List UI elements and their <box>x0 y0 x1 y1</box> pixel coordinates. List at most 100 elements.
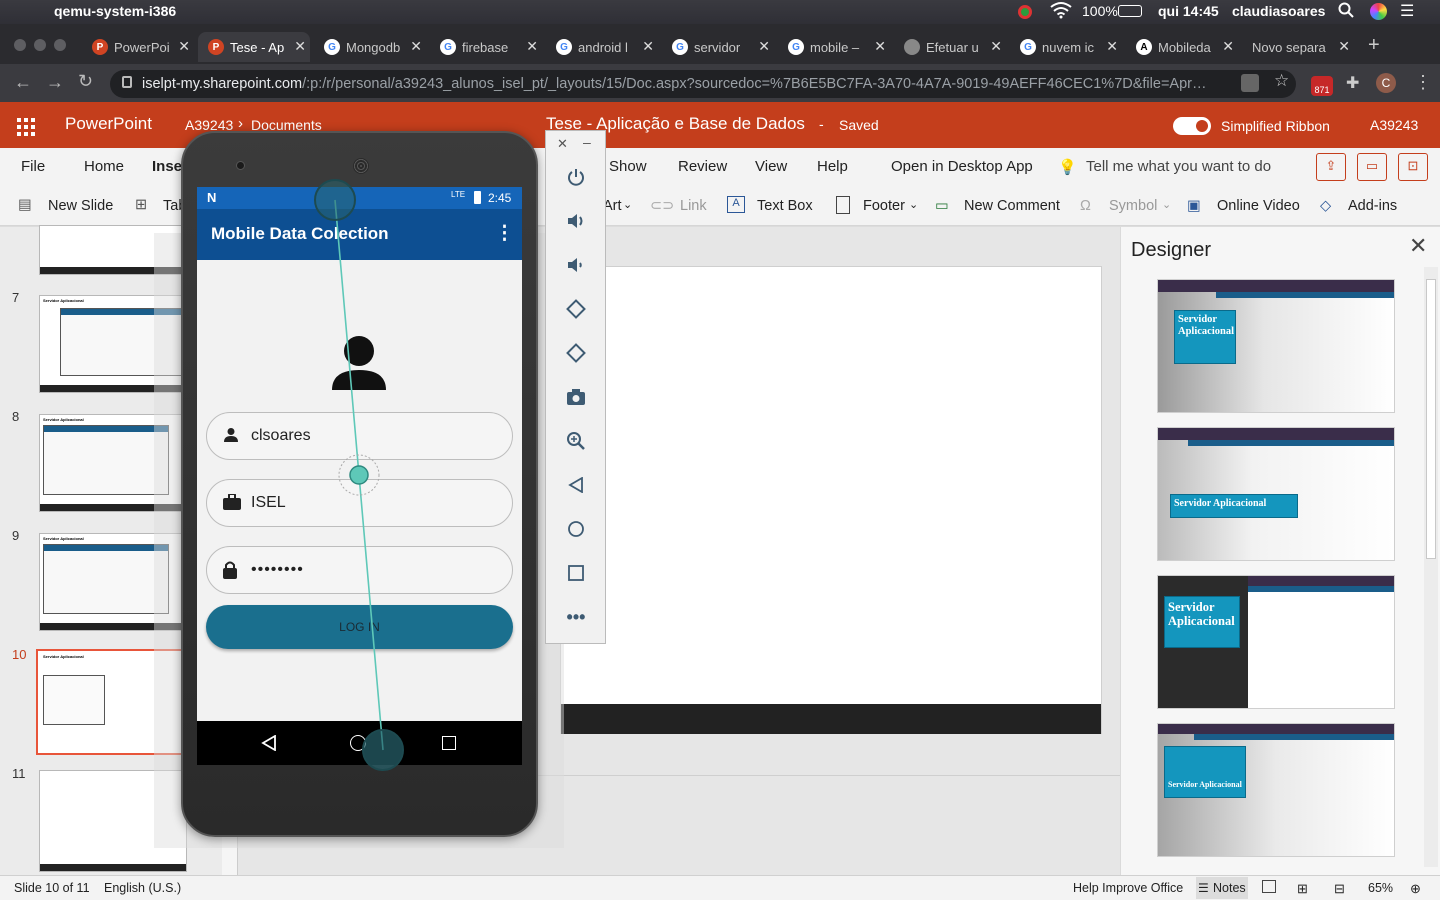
username-field[interactable]: clsoares <box>206 412 513 460</box>
new-comment-button[interactable]: New Comment <box>964 198 1060 214</box>
control-center-icon[interactable]: ☰ <box>1400 1 1414 21</box>
minimize-icon[interactable]: – <box>583 134 591 150</box>
flag-icon[interactable] <box>1018 5 1032 19</box>
volume-up-icon[interactable] <box>564 209 588 233</box>
text-box-button[interactable]: Text Box <box>757 198 813 214</box>
zoom-level[interactable]: 65% <box>1368 881 1393 895</box>
tab-close-icon[interactable]: ✕ <box>178 38 190 55</box>
simplified-ribbon-toggle[interactable] <box>1173 117 1211 135</box>
tab-close-icon[interactable]: ✕ <box>1338 38 1350 55</box>
siri-icon[interactable] <box>1370 3 1387 20</box>
rotate-right-icon[interactable] <box>564 341 588 365</box>
browser-tab[interactable]: A Mobileda ✕ <box>1126 32 1238 62</box>
online-video-button[interactable]: Online Video <box>1217 198 1300 214</box>
help-improve-office[interactable]: Help Improve Office <box>1073 881 1183 895</box>
camera-icon[interactable] <box>564 385 588 409</box>
browser-tab[interactable]: Gandroid l ✕ <box>546 32 658 62</box>
volume-down-icon[interactable] <box>564 253 588 277</box>
design-option-2[interactable]: Servidor Aplicacional <box>1157 427 1395 561</box>
design-option-4[interactable]: Servidor Aplicacional <box>1157 723 1395 857</box>
overview-icon[interactable] <box>564 561 588 585</box>
nav-recents-icon[interactable] <box>442 736 456 750</box>
normal-view-icon[interactable] <box>1262 880 1276 893</box>
menubar-user[interactable]: claudiasoares <box>1232 3 1325 19</box>
browser-tab[interactable]: P Tese - Ap ✕ <box>198 32 310 62</box>
browser-tab[interactable]: Gservidor ✕ <box>662 32 774 62</box>
fit-slide-icon[interactable]: ⊕ <box>1410 881 1421 897</box>
overflow-menu-icon[interactable]: ⋮ <box>495 222 514 245</box>
chrome-menu-icon[interactable]: ⋮ <box>1414 72 1432 93</box>
nav-home-icon[interactable] <box>350 735 366 751</box>
reload-icon[interactable]: ↻ <box>78 71 93 92</box>
more-options-icon[interactable]: ••• <box>564 605 588 629</box>
tab-help[interactable]: Help <box>817 158 848 175</box>
translate-icon[interactable] <box>1241 74 1259 92</box>
menubar-clock[interactable]: qui 14:45 <box>1158 3 1219 19</box>
browser-tab[interactable]: Gnuvem ic ✕ <box>1010 32 1122 62</box>
browser-tab[interactable]: P PowerPoi ✕ <box>82 32 194 62</box>
wifi-icon[interactable] <box>1050 1 1072 22</box>
spotlight-search-icon[interactable] <box>1338 2 1354 21</box>
organization-field[interactable]: ISEL <box>206 479 513 527</box>
link-button[interactable]: Link <box>680 198 707 214</box>
emulator-screen[interactable]: N LTE 2:45 Mobile Data Colection ⋮ clsoa… <box>197 187 522 765</box>
browser-tab[interactable]: Efetuar u ✕ <box>894 32 1006 62</box>
zoom-icon[interactable] <box>564 429 588 453</box>
profile-avatar[interactable]: C <box>1376 73 1396 93</box>
close-icon[interactable]: ✕ <box>557 136 568 152</box>
reading-view-icon[interactable]: ⊟ <box>1334 881 1345 897</box>
forward-arrow-icon[interactable]: → <box>46 72 64 93</box>
tab-close-icon[interactable]: ✕ <box>526 38 538 55</box>
back-icon[interactable] <box>564 473 588 497</box>
add-ins-button[interactable]: Add-ins <box>1348 198 1397 214</box>
sorter-view-icon[interactable]: ⊞ <box>1297 881 1308 897</box>
browser-tab[interactable]: Novo separa ✕ <box>1242 32 1354 62</box>
language-status[interactable]: English (U.S.) <box>104 881 181 895</box>
extension-badge-icon[interactable]: 871 <box>1311 76 1333 96</box>
app-launcher-icon[interactable] <box>17 118 35 141</box>
tab-close-icon[interactable]: ✕ <box>874 38 886 55</box>
open-desktop-app[interactable]: Open in Desktop App <box>891 158 1033 175</box>
ppt-app-name[interactable]: PowerPoint <box>65 114 152 134</box>
browser-tab[interactable]: G Mongodb ✕ <box>314 32 426 62</box>
battery-icon[interactable] <box>1118 5 1142 17</box>
bookmark-star-icon[interactable]: ☆ <box>1274 71 1289 91</box>
design-option-3[interactable]: Servidor Aplicacional <box>1157 575 1395 709</box>
tab-review[interactable]: Review <box>678 158 727 175</box>
browser-tab[interactable]: Gfirebase ✕ <box>430 32 542 62</box>
tab-show[interactable]: Show <box>609 158 647 175</box>
footer-button[interactable]: Footer <box>863 198 905 214</box>
symbol-button[interactable]: Symbol <box>1109 198 1157 214</box>
window-zoom-icon[interactable] <box>54 39 66 51</box>
menubar-app-name[interactable]: qemu-system-i386 <box>54 3 176 19</box>
tab-close-icon[interactable]: ✕ <box>1106 38 1118 55</box>
new-slide-button[interactable]: New Slide <box>48 198 113 214</box>
password-field[interactable]: •••••••• <box>206 546 513 594</box>
present-icon[interactable]: ⊡ <box>1398 153 1428 181</box>
header-user[interactable]: A39243 <box>1370 117 1418 133</box>
close-icon[interactable]: ✕ <box>1409 233 1427 259</box>
back-arrow-icon[interactable]: ← <box>14 72 32 93</box>
current-slide[interactable] <box>560 266 1102 734</box>
tab-close-icon[interactable]: ✕ <box>642 38 654 55</box>
tab-close-icon[interactable]: ✕ <box>410 38 422 55</box>
comments-icon[interactable]: ▭ <box>1357 153 1387 181</box>
login-button[interactable]: LOG IN <box>206 605 513 649</box>
tab-file[interactable]: File <box>21 158 45 175</box>
window-minimize-icon[interactable] <box>34 39 46 51</box>
tab-close-icon[interactable]: ✕ <box>990 38 1002 55</box>
address-bar[interactable]: iselpt-my.sharepoint.com/:p:/r/personal/… <box>110 70 1296 98</box>
power-icon[interactable] <box>564 165 588 189</box>
tab-close-icon[interactable]: ✕ <box>758 38 770 55</box>
design-option-1[interactable]: Servidor Aplicacional <box>1157 279 1395 413</box>
tab-close-icon[interactable]: ✕ <box>294 38 306 55</box>
tab-home[interactable]: Home <box>84 158 124 175</box>
nav-back-icon[interactable] <box>261 734 277 756</box>
home-icon[interactable] <box>564 517 588 541</box>
tell-me-search[interactable]: Tell me what you want to do <box>1086 158 1271 175</box>
browser-tab[interactable]: Gmobile – ✕ <box>778 32 890 62</box>
extensions-puzzle-icon[interactable]: ✚ <box>1346 73 1359 93</box>
tab-view[interactable]: View <box>755 158 787 175</box>
new-tab-plus-icon[interactable]: + <box>1368 34 1380 57</box>
share-icon[interactable]: ⇪ <box>1316 153 1346 181</box>
